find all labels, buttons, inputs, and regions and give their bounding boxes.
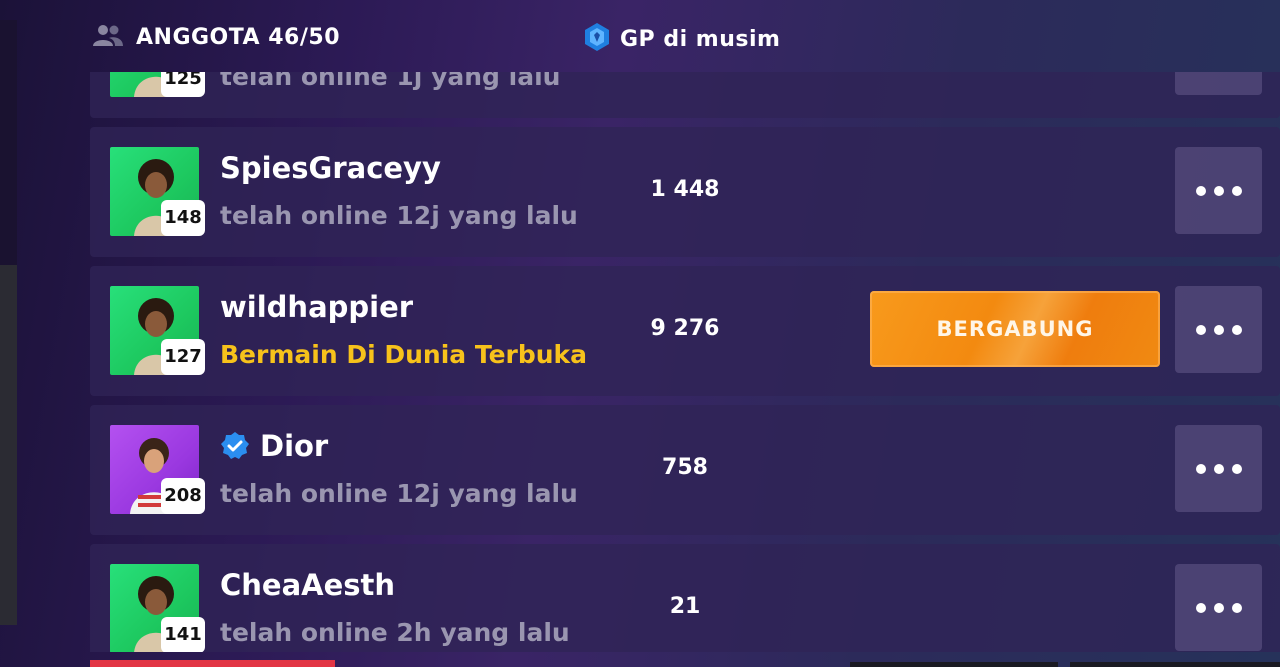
more-options-button[interactable] (1175, 147, 1262, 234)
member-gp: 758 (662, 455, 708, 480)
level-badge: 148 (161, 200, 205, 236)
more-dots-icon (1195, 324, 1206, 335)
side-panel-edge-lower (0, 265, 17, 625)
member-gp: 21 (669, 594, 701, 619)
list-header: ANGGOTA 46/50 GP di musim (0, 0, 1280, 72)
member-row[interactable]: 208 Dior telah online 12j yang lalu 758 (90, 405, 1280, 535)
verified-badge-icon (220, 431, 250, 461)
gp-label: GP di musim (620, 26, 781, 52)
more-dots-icon (1195, 185, 1206, 196)
member-gp: 9 276 (650, 316, 720, 341)
member-name[interactable]: wildhappier (220, 290, 413, 324)
more-dot (1231, 185, 1242, 196)
level-badge: 125 (161, 72, 205, 97)
more-options-button[interactable] (1175, 72, 1262, 95)
level-badge: 141 (161, 617, 205, 652)
member-status: telah online 12j yang lalu (220, 201, 578, 230)
more-dot (1213, 463, 1224, 474)
member-status: telah online 2h yang lalu (220, 618, 570, 647)
bottom-edge (850, 662, 1058, 667)
member-name-text: SpiesGraceyy (220, 151, 441, 185)
more-dots-icon (1195, 463, 1206, 474)
member-name-text: wildhappier (220, 290, 414, 324)
more-dot (1213, 185, 1224, 196)
member-name-text: CheaAesth (220, 568, 396, 602)
member-status: Bermain Di Dunia Terbuka (220, 340, 588, 369)
more-options-button[interactable] (1175, 564, 1262, 651)
bottom-tab-indicator (90, 660, 335, 667)
members-label: ANGGOTA 46/50 (136, 24, 341, 50)
more-dot (1231, 602, 1242, 613)
member-name-text: Dior (260, 429, 329, 463)
member-row[interactable]: 127 wildhappier Bermain Di Dunia Terbuka… (90, 266, 1280, 396)
member-name[interactable]: SpiesGraceyy (220, 151, 441, 185)
more-options-button[interactable] (1175, 425, 1262, 512)
level-badge: 127 (161, 339, 205, 375)
join-button[interactable]: BERGABUNG (870, 291, 1160, 367)
member-name[interactable]: CheaAesth (220, 568, 395, 602)
level-badge: 208 (161, 478, 205, 514)
more-dot (1213, 602, 1224, 613)
gem-icon (584, 22, 610, 56)
more-dots-icon (1195, 602, 1206, 613)
more-dot (1213, 324, 1224, 335)
gp-season-column[interactable]: GP di musim (584, 22, 780, 56)
more-dot (1231, 463, 1242, 474)
member-row[interactable]: 141 CheaAesth telah online 2h yang lalu … (90, 544, 1280, 652)
bottom-edge (1070, 662, 1280, 667)
more-dot (1231, 324, 1242, 335)
members-count[interactable]: ANGGOTA 46/50 (92, 22, 340, 52)
more-options-button[interactable] (1175, 286, 1262, 373)
member-status: telah online 12j yang lalu (220, 479, 578, 508)
people-icon (92, 22, 124, 52)
member-name[interactable]: Dior (220, 429, 328, 463)
member-status: telah online 1j yang lalu (220, 72, 561, 91)
member-gp: 1 448 (650, 177, 720, 202)
member-list[interactable]: 125 telah online 1j yang lalu 148 SpiesG… (90, 72, 1280, 652)
member-row[interactable]: 148 SpiesGraceyy telah online 12j yang l… (90, 127, 1280, 257)
member-row[interactable]: 125 telah online 1j yang lalu (90, 72, 1280, 118)
